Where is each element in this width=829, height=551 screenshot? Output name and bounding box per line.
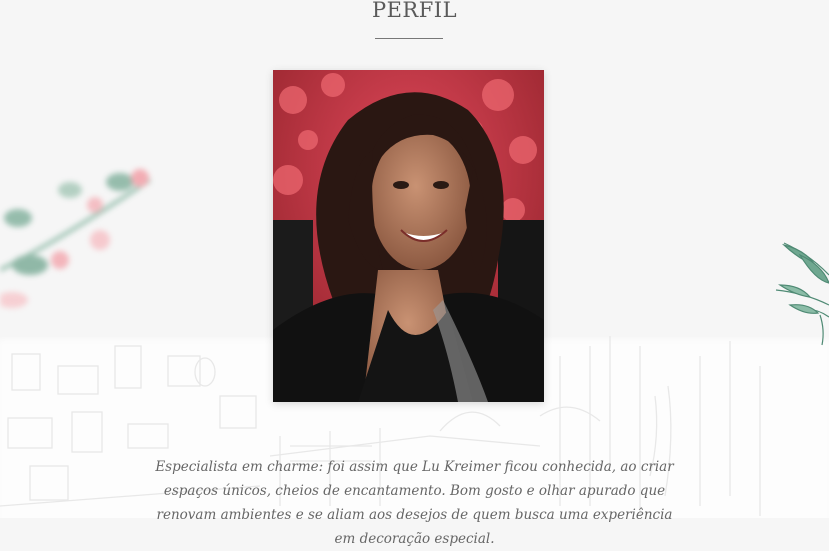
leaf-decoration-icon	[775, 242, 829, 346]
section-title: PERFIL	[371, 0, 458, 22]
title-divider	[375, 38, 443, 39]
floral-decoration-icon	[0, 169, 152, 308]
profile-bio: Especialista em charme: foi assim que Lu…	[155, 459, 674, 547]
profile-photo	[273, 70, 544, 402]
